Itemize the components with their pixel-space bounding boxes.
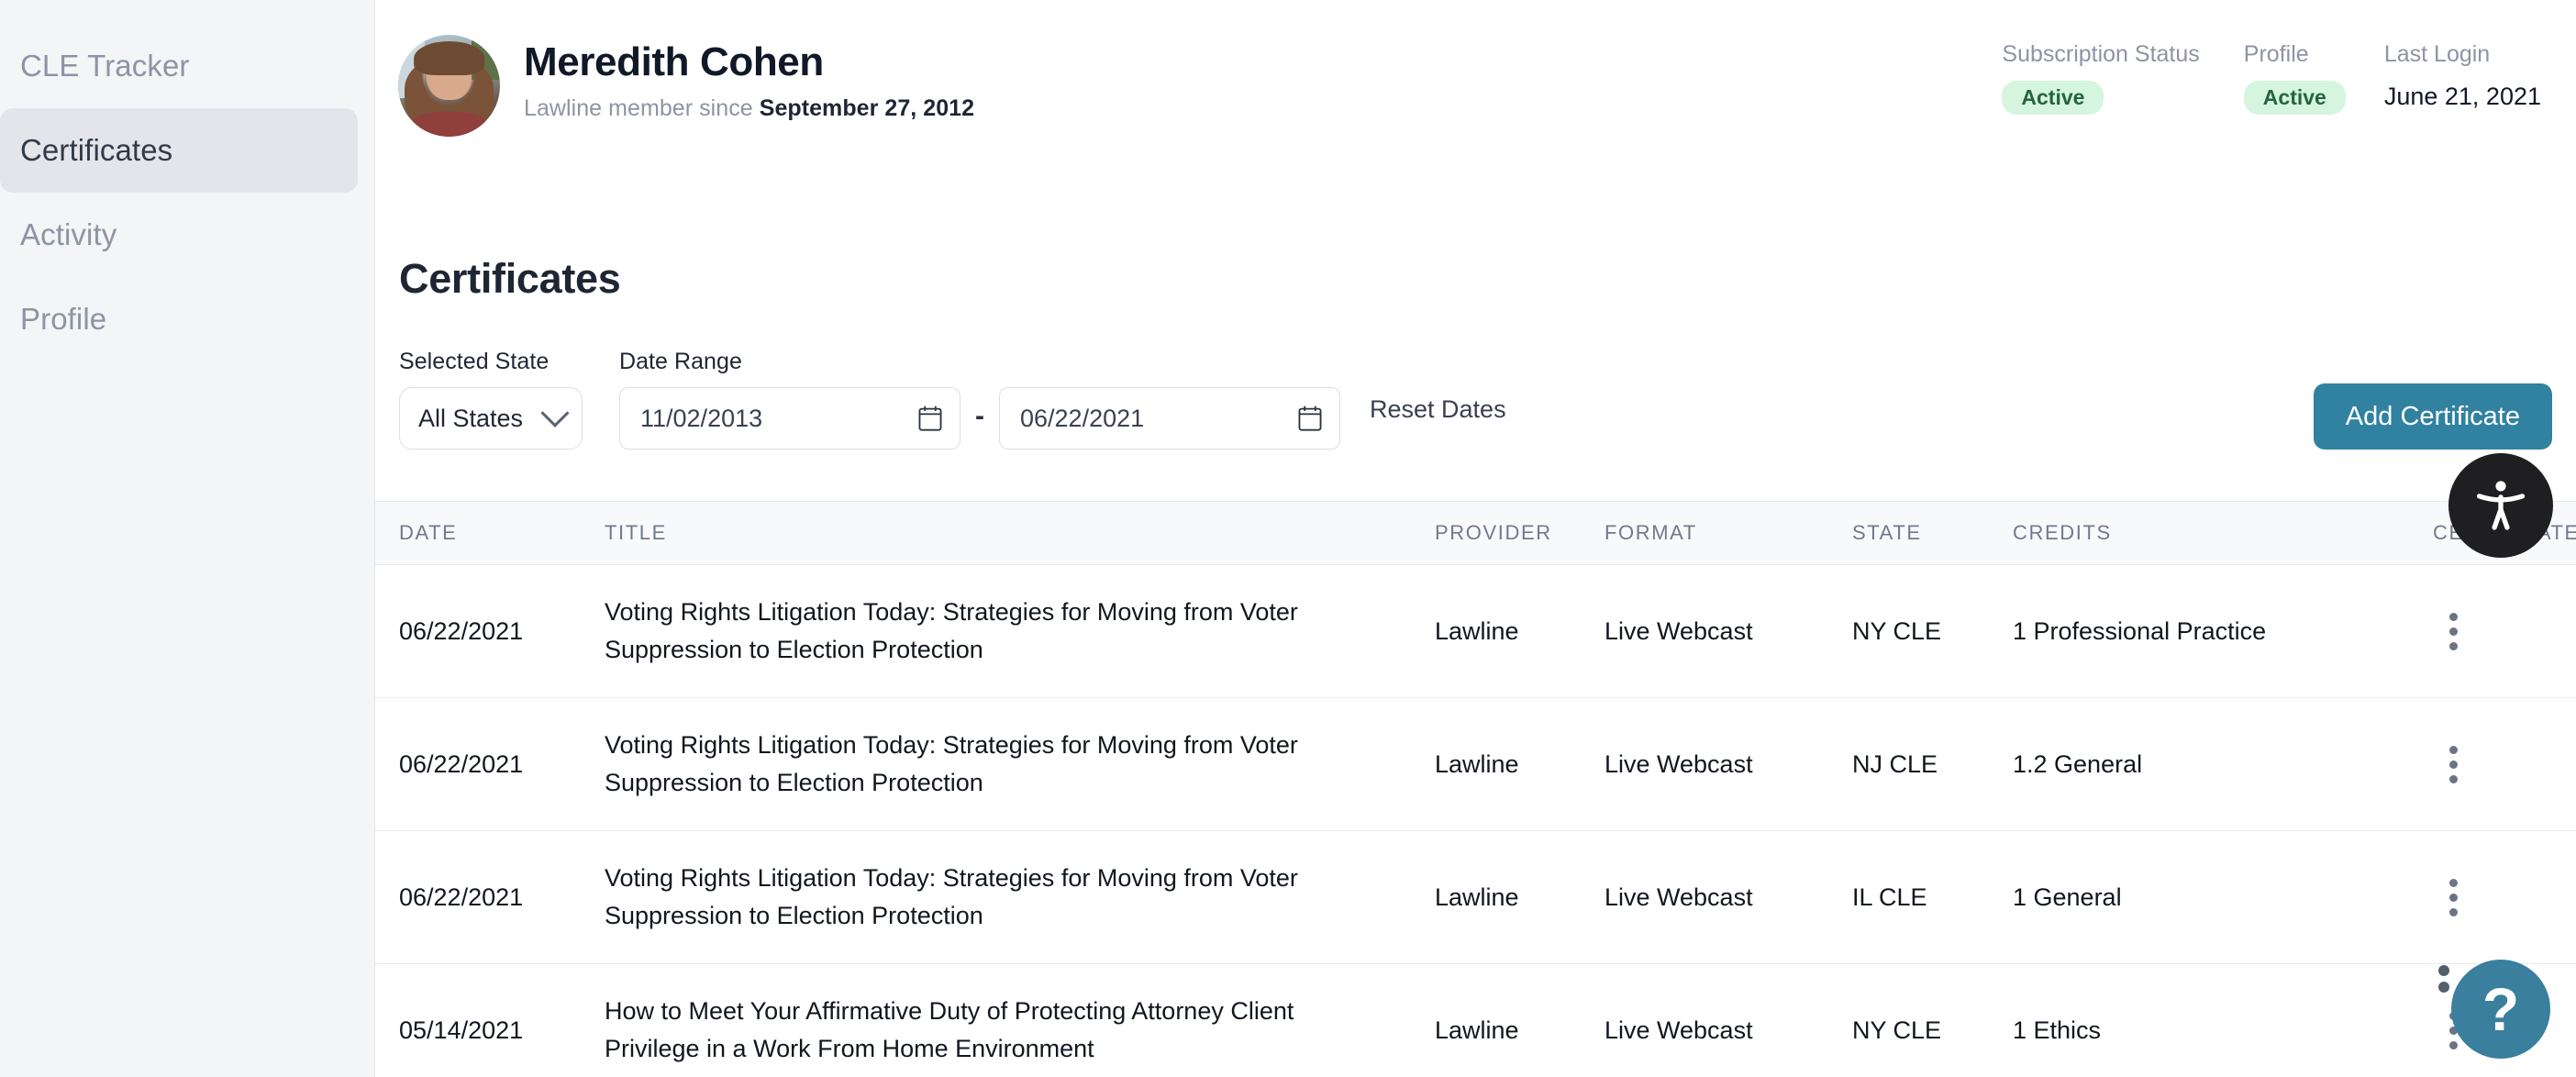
member-since-date: September 27, 2012 [759,95,975,122]
member-since-prefix: Lawline member since [524,95,760,122]
profile-status-badge: Active [2243,81,2346,115]
cell-certificate-actions [2426,607,2576,655]
column-header-date: DATE [399,521,458,544]
cell-credits: 1 General [2013,883,2122,911]
cell-state: NJ CLE [1852,749,1938,778]
profile-header: Meredith Cohen Lawline member since Sept… [375,0,2576,180]
date-range-separator: - [975,401,984,431]
column-header-state: STATE [1852,521,1922,544]
cell-title: Voting Rights Litigation Today: Strategi… [605,863,1298,929]
table-row[interactable]: 06/22/2021 Voting Rights Litigation Toda… [375,831,2576,964]
add-certificate-button[interactable]: Add Certificate [2313,383,2552,450]
chevron-down-icon [540,398,570,427]
subscription-status-label: Subscription Status [2002,41,2200,67]
sidebar-item-cle-tracker[interactable]: CLE Tracker [0,24,358,108]
cell-date: 06/22/2021 [399,616,524,645]
accessibility-button[interactable] [2448,453,2553,558]
cell-state: NY CLE [1852,1016,1942,1044]
table-row[interactable]: 06/22/2021 Voting Rights Litigation Toda… [375,565,2576,698]
column-header-provider: PROVIDER [1435,521,1552,544]
cell-credits: 1 Ethics [2013,1016,2102,1044]
state-filter-label: Selected State [399,349,550,374]
cell-credits: 1.2 General [2013,749,2143,778]
cell-format: Live Webcast [1604,883,1753,911]
last-login-label: Last Login [2383,41,2491,67]
cell-state: NY CLE [1852,616,1942,645]
cell-date: 06/22/2021 [399,883,524,911]
date-end-value: 06/22/2021 [1020,404,1145,432]
cell-format: Live Webcast [1604,749,1753,778]
cell-provider: Lawline [1435,883,1519,911]
sidebar-item-certificates[interactable]: Certificates [0,108,358,193]
profile-name: Meredith Cohen [524,39,824,84]
table-row[interactable]: 05/14/2021 How to Meet Your Affirmative … [375,964,2576,1077]
cell-format: Live Webcast [1604,616,1753,645]
subscription-status-block: Subscription Status Active [2002,41,2200,115]
sidebar-item-label: CLE Tracker [20,49,190,83]
sidebar-item-label: Activity [20,217,117,251]
reset-dates-link[interactable]: Reset Dates [1370,395,1506,442]
table-row[interactable]: 06/22/2021 Voting Rights Litigation Toda… [375,698,2576,831]
profile-status-label: Profile [2243,41,2309,67]
help-button[interactable]: ? [2438,960,2550,1059]
date-start-input[interactable]: 11/02/2013 [619,387,960,450]
column-header-title: TITLE [605,521,667,545]
page-title: Certificates [399,255,621,302]
accessibility-person-icon [2476,481,2526,530]
row-menu-icon[interactable] [2433,740,2473,788]
cell-title: Voting Rights Litigation Today: Strategi… [605,730,1298,796]
cell-credits: 1 Professional Practice [2013,616,2267,645]
state-select-value: All States [418,404,524,432]
cell-provider: Lawline [1435,616,1519,645]
cell-format: Live Webcast [1604,1016,1753,1044]
date-inputs: 11/02/2013 - 06/22/2021 Reset Dates [619,387,1506,450]
cell-provider: Lawline [1435,749,1519,778]
sidebar-item-profile[interactable]: Profile [0,277,358,361]
cell-title: How to Meet Your Affirmative Duty of Pro… [605,996,1294,1062]
cell-certificate-actions [2426,873,2576,921]
avatar [398,35,500,137]
state-filter-field: Selected State All States [399,349,583,450]
help-label: ? [2482,975,2520,1043]
subscription-status-badge: Active [2002,81,2104,115]
cell-state: IL CLE [1852,883,1927,911]
row-menu-icon[interactable] [2433,873,2473,921]
app-root: CLE Tracker Certificates Activity Profil… [0,0,2576,1077]
cell-provider: Lawline [1435,1016,1519,1044]
certificates-table: DATE TITLE PROVIDER FORMAT STATE CREDITS… [375,501,2576,1077]
profile-text: Meredith Cohen Lawline member since Sept… [524,33,974,122]
column-header-format: FORMAT [1604,521,1697,544]
last-login-block: Last Login June 21, 2021 [2384,41,2541,111]
cell-title: Voting Rights Litigation Today: Strategi… [605,597,1298,663]
date-start-value: 11/02/2013 [640,404,763,432]
date-range-field: Date Range 11/02/2013 - 06/22/2021 Reset… [619,349,1506,450]
filters-bar: Selected State All States Date Range 11/… [399,349,2576,450]
page-body: Certificates Selected State All States D… [375,255,2576,1077]
cell-date: 05/14/2021 [399,1016,524,1044]
sidebar-item-label: Profile [20,302,107,336]
row-menu-icon[interactable] [2433,607,2473,655]
member-since: Lawline member since September 27, 2012 [524,95,974,122]
profile-status-block: Profile Active [2243,41,2346,115]
help-dots-icon [2438,965,2449,993]
column-header-credits: CREDITS [2013,521,2112,544]
main-content: Meredith Cohen Lawline member since Sept… [375,0,2576,1077]
table-header-row: DATE TITLE PROVIDER FORMAT STATE CREDITS… [375,501,2576,565]
header-meta: Subscription Status Active Profile Activ… [2002,41,2541,115]
calendar-icon [918,405,942,431]
date-end-input[interactable]: 06/22/2021 [999,387,1340,450]
cell-date: 06/22/2021 [399,749,524,778]
sidebar-item-label: Certificates [20,133,173,167]
state-select[interactable]: All States [399,387,583,450]
last-login-value: June 21, 2021 [2383,83,2541,110]
sidebar-item-activity[interactable]: Activity [0,193,358,277]
sidebar: CLE Tracker Certificates Activity Profil… [0,0,375,1077]
calendar-icon [1298,405,1322,431]
cell-certificate-actions [2426,740,2576,788]
date-range-label: Date Range [619,349,742,374]
